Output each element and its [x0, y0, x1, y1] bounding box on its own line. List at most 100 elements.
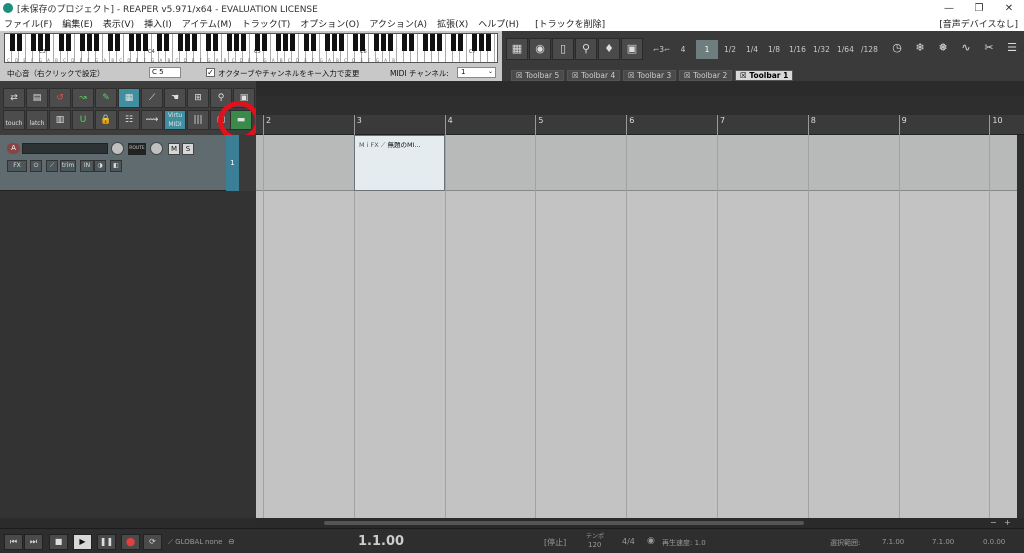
waveform-icon[interactable]: ∿ — [955, 38, 977, 60]
solo-button[interactable]: S — [182, 143, 194, 155]
go-to-end-button[interactable]: ⏭ — [24, 534, 43, 550]
black-key[interactable] — [93, 34, 99, 51]
input-settings-icon[interactable]: ◑ — [94, 160, 106, 172]
volume-knob[interactable] — [111, 142, 124, 155]
track-number[interactable]: 1 — [226, 135, 239, 191]
black-key[interactable] — [359, 34, 365, 51]
touch-button[interactable]: touch — [3, 110, 25, 130]
faders-icon[interactable]: ||| — [187, 110, 209, 130]
grid-triplet[interactable]: ⌐3⌐ — [650, 40, 672, 59]
black-key[interactable] — [282, 34, 288, 51]
black-key[interactable] — [422, 34, 428, 51]
phase-icon[interactable]: ◧ — [110, 160, 122, 172]
zoom-icon[interactable]: ⚲ — [575, 38, 597, 60]
track-name-field[interactable] — [22, 143, 108, 154]
remove-track-action[interactable]: [トラックを削除] — [535, 17, 605, 30]
screen-icon[interactable]: ▣ — [621, 38, 643, 60]
tab-toolbar-2[interactable]: ☒ Toolbar 2 — [679, 70, 733, 81]
menu-file[interactable]: ファイル(F) — [4, 17, 52, 30]
black-key[interactable] — [450, 34, 456, 51]
black-key[interactable] — [380, 34, 386, 51]
trim-button[interactable]: trim — [60, 160, 76, 172]
black-key[interactable] — [58, 34, 64, 51]
black-key[interactable] — [79, 34, 85, 51]
tab-toolbar-3[interactable]: ☒ Toolbar 3 — [623, 70, 677, 81]
virtual-midi-button[interactable]: Virtu MIDI — [164, 110, 186, 130]
input-button[interactable]: IN — [80, 160, 94, 172]
marker-icon[interactable]: ♦ — [598, 38, 620, 60]
black-key[interactable] — [331, 34, 337, 51]
midi-item[interactable]: M i FX ⟋ 無題のMI... — [354, 135, 445, 191]
repeat-icon[interactable]: ⟳ — [143, 534, 162, 550]
black-key[interactable] — [135, 34, 141, 51]
grid-4[interactable]: 4 — [676, 40, 690, 59]
black-key[interactable] — [37, 34, 43, 51]
snowflake-icon[interactable]: ❄ — [909, 38, 931, 60]
menu-track[interactable]: トラック(T) — [242, 17, 291, 30]
menu-item[interactable]: アイテム(M) — [182, 17, 232, 30]
stop-button[interactable]: ■ — [49, 534, 68, 550]
latch-button[interactable]: latch — [26, 110, 48, 130]
tempo-value[interactable]: 120 — [588, 541, 601, 549]
grid-1-32[interactable]: 1/32 — [810, 40, 832, 59]
black-key[interactable] — [401, 34, 407, 51]
loop-icon[interactable]: ↺ — [49, 88, 71, 108]
selection-start[interactable]: 7.1.00 — [882, 538, 904, 546]
grid-1-64[interactable]: 1/64 — [834, 40, 856, 59]
lines-icon[interactable]: ⟋ — [141, 88, 163, 108]
menu-actions[interactable]: アクション(A) — [369, 17, 427, 30]
record-button[interactable]: ● — [121, 534, 140, 550]
pause-button[interactable]: ❚❚ — [97, 534, 116, 550]
black-key[interactable] — [44, 34, 50, 51]
black-key[interactable] — [289, 34, 295, 51]
grid-1-4[interactable]: 1/4 — [742, 40, 762, 59]
black-key[interactable] — [457, 34, 463, 51]
piano-keys[interactable]: C3 C4 C5 C6 C7 C D E F G A B C D E F G A… — [4, 33, 498, 63]
grid-1-128[interactable]: /128 — [858, 40, 880, 59]
black-key[interactable] — [177, 34, 183, 51]
tab-toolbar-4[interactable]: ☒ Toolbar 4 — [567, 70, 621, 81]
black-key[interactable] — [16, 34, 22, 51]
close-button[interactable]: ✕ — [994, 3, 1024, 14]
grid-1[interactable]: 1 — [696, 40, 718, 59]
black-key[interactable] — [226, 34, 232, 51]
scissors-icon[interactable]: ✂ — [978, 38, 1000, 60]
automation-mode[interactable]: none — [205, 538, 222, 546]
black-key[interactable] — [254, 34, 260, 51]
black-key[interactable] — [9, 34, 15, 51]
grid-1-8[interactable]: 1/8 — [764, 40, 784, 59]
envelope-icon[interactable]: ⟋ — [46, 160, 58, 172]
black-key[interactable] — [128, 34, 134, 51]
black-key[interactable] — [436, 34, 442, 51]
zoom-out-button[interactable]: − — [990, 518, 997, 527]
black-key[interactable] — [240, 34, 246, 51]
midi-item-label[interactable]: M i FX ⟋ 無題のMI... — [359, 139, 421, 150]
black-key[interactable] — [471, 34, 477, 51]
grid-1-2[interactable]: 1/2 — [720, 40, 740, 59]
black-key[interactable] — [387, 34, 393, 51]
layout-icon[interactable]: ▯ — [552, 38, 574, 60]
zoom-in-button[interactable]: + — [1004, 518, 1011, 527]
item-buttons[interactable]: M i FX — [359, 141, 379, 149]
black-key[interactable] — [191, 34, 197, 51]
playrate-label[interactable]: 再生速度: 1.0 — [662, 538, 706, 548]
menu-options[interactable]: オプション(O) — [300, 17, 359, 30]
midi-item-icon[interactable]: ▤ — [26, 88, 48, 108]
go-to-start-button[interactable]: ⏮ — [4, 534, 23, 550]
color-palette-icon[interactable]: ▦ — [506, 38, 528, 60]
vertical-scrollbar[interactable] — [1017, 135, 1024, 518]
unfreeze-icon[interactable]: ❅ — [932, 38, 954, 60]
metronome-clock-icon[interactable]: ◷ — [886, 38, 908, 60]
minimize-button[interactable]: — — [934, 3, 964, 14]
black-key[interactable] — [261, 34, 267, 51]
black-key[interactable] — [205, 34, 211, 51]
menu-edit[interactable]: 編集(E) — [62, 17, 93, 30]
octave-key-checkbox[interactable]: ✓ — [206, 68, 215, 77]
black-key[interactable] — [373, 34, 379, 51]
grid-icon[interactable]: ▥ — [49, 110, 71, 130]
grid-snap-icon[interactable]: ▦ — [118, 88, 140, 108]
black-key[interactable] — [107, 34, 113, 51]
envelope-icon[interactable]: ⟿ — [141, 110, 163, 130]
pencil-icon[interactable]: ✎ — [95, 88, 117, 108]
fx-button[interactable]: FX — [7, 160, 27, 172]
